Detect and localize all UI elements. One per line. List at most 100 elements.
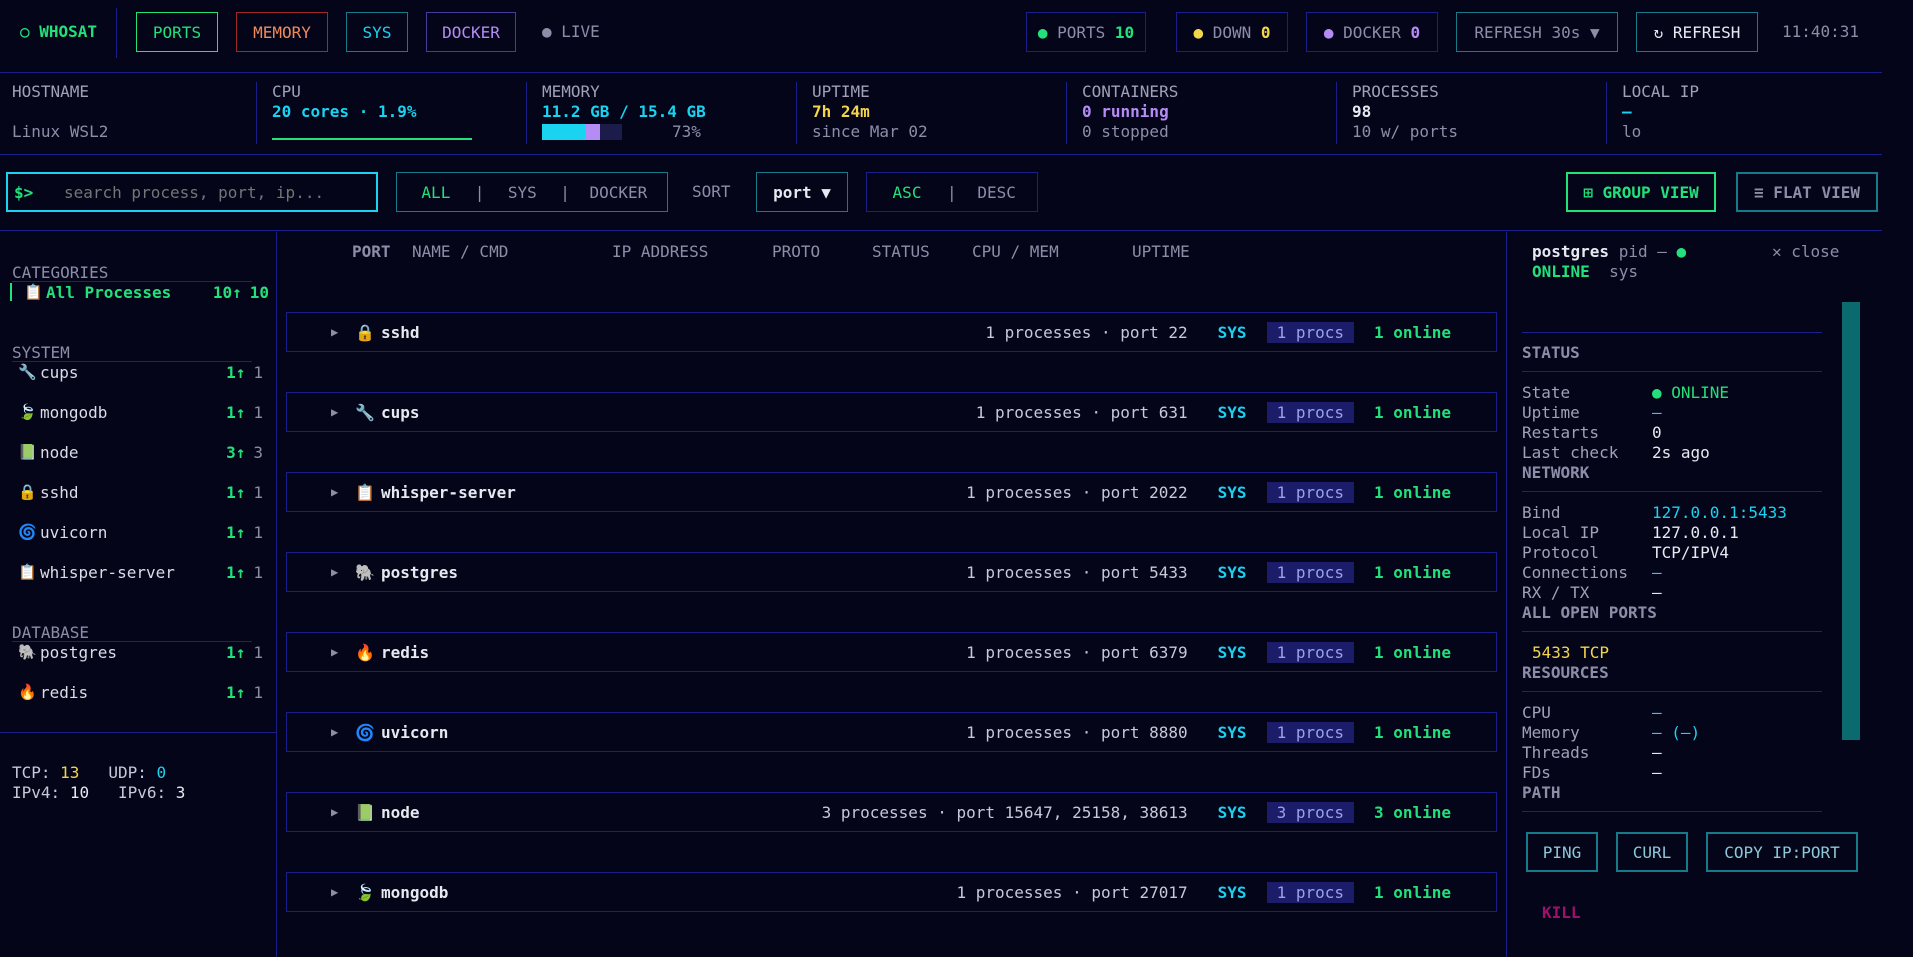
uptime-since: since Mar 02 (812, 122, 928, 141)
group-info: 1 processes · port 5433 (966, 562, 1188, 582)
sidebar-item-postgres[interactable]: 🐘 postgres 1↑ 1 (18, 641, 263, 663)
column-uptime[interactable]: UPTIME (1132, 242, 1190, 261)
threads-value: – (1652, 743, 1662, 762)
divider (1066, 82, 1067, 144)
procs-badge: 1 procs (1266, 321, 1354, 343)
group-info: 1 processes · port 2022 (966, 482, 1188, 502)
refresh-interval-select[interactable]: REFRESH 30s ▼ (1456, 12, 1618, 52)
close-button[interactable]: ✕ close (1772, 242, 1839, 261)
tab-ports[interactable]: PORTS (136, 12, 218, 52)
group-view-button[interactable]: ⊞ GROUP VIEW (1566, 172, 1716, 212)
expand-arrow-icon[interactable]: ▶ (331, 405, 355, 419)
copy-ip-port-button[interactable]: COPY IP:PORT (1706, 832, 1858, 872)
order-desc[interactable]: DESC (957, 183, 1037, 202)
path-title: PATH (1522, 783, 1561, 802)
group-row-whisper-server[interactable]: ▶ 📋 whisper-server 1 processes · port 2022 S… (286, 472, 1497, 512)
sidebar-item-redis[interactable]: 🔥 redis 1↑ 1 (18, 681, 263, 703)
memory-bar (542, 124, 622, 140)
expand-arrow-icon[interactable]: ▶ (331, 725, 355, 739)
sort-select[interactable]: port ▼ (756, 172, 848, 212)
group-info: 1 processes · port 22 (985, 322, 1188, 342)
stat-label: MEMORY (542, 82, 600, 101)
bind-value: 127.0.0.1:5433 (1652, 503, 1787, 522)
panel-border (1506, 232, 1507, 957)
category-icon: 🔧 (18, 363, 37, 381)
column-cpu-mem[interactable]: CPU / MEM (972, 242, 1059, 261)
group-row-mongodb[interactable]: ▶ 🍃 mongodb 1 processes · port 27017 SYS 1 pr… (286, 872, 1497, 912)
search-input[interactable] (64, 182, 364, 202)
status-dot-icon: ● (1676, 242, 1687, 261)
group-row-node[interactable]: ▶ 📗 node 3 processes · port 15647, 25158, 3… (286, 792, 1497, 832)
group-row-cups[interactable]: ▶ 🔧 cups 1 processes · port 631 SYS 1 procs 1 … (286, 392, 1497, 432)
tab-sys[interactable]: SYS (346, 12, 408, 52)
sidebar-item-cups[interactable]: 🔧 cups 1↑ 1 (18, 361, 263, 383)
refresh-button[interactable]: ↻ REFRESH (1636, 12, 1758, 52)
expand-arrow-icon[interactable]: ▶ (331, 805, 355, 819)
open-port-chip[interactable]: 5433 TCP (1532, 643, 1609, 662)
dot-icon: ● (1037, 22, 1048, 42)
detail-scrollbar[interactable] (1842, 302, 1860, 740)
local-ip-label: Local IP (1522, 523, 1600, 542)
cpu-value: – (1652, 703, 1662, 722)
filter-docker[interactable]: DOCKER (570, 183, 667, 202)
last-check-label: Last check (1522, 443, 1619, 462)
tab-docker[interactable]: DOCKER (426, 12, 516, 52)
column-name[interactable]: NAME / CMD (412, 242, 508, 261)
group-name: uvicorn (381, 722, 449, 742)
category-icon: 🐘 (18, 643, 37, 661)
group-row-uvicorn[interactable]: ▶ 🌀 uvicorn 1 processes · port 8880 SYS 1 pro… (286, 712, 1497, 752)
detail-status: ONLINE (1532, 262, 1590, 281)
group-row-redis[interactable]: ▶ 🔥 redis 1 processes · port 6379 SYS 1 procs… (286, 632, 1497, 672)
active-indicator (10, 283, 12, 301)
sidebar-item-uvicorn[interactable]: 🌀 uvicorn 1↑ 1 (18, 521, 263, 543)
hostname-value: Linux WSL2 (12, 122, 109, 141)
flat-view-button[interactable]: ≡ FLAT VIEW (1736, 172, 1878, 212)
expand-arrow-icon[interactable]: ▶ (331, 885, 355, 899)
expand-arrow-icon[interactable]: ▶ (331, 645, 355, 659)
curl-button[interactable]: CURL (1616, 832, 1688, 872)
tab-memory[interactable]: MEMORY (236, 12, 328, 52)
connections-value: – (1652, 563, 1662, 582)
filter-all[interactable]: ALL (397, 183, 475, 202)
procs-badge: 1 procs (1266, 721, 1354, 743)
sidebar-item-sshd[interactable]: 🔒 sshd 1↑ 1 (18, 481, 263, 503)
divider (256, 82, 257, 144)
processes-with-ports: 10 w/ ports (1352, 122, 1458, 141)
sidebar-item-mongodb[interactable]: 🍃 mongodb 1↑ 1 (18, 401, 263, 423)
group-tag: SYS (1217, 402, 1247, 422)
column-status[interactable]: STATUS (872, 242, 930, 261)
detail-header: postgres pid – ● (1532, 242, 1686, 261)
sidebar-item-all-processes[interactable]: 📋 All Processes 10↑ 10 (24, 281, 269, 303)
group-tag: SYS (1217, 882, 1247, 902)
ipv6-count: 3 (175, 783, 186, 802)
column-ip[interactable]: IP ADDRESS (612, 242, 708, 261)
expand-arrow-icon[interactable]: ▶ (331, 325, 355, 339)
counter-docker: ● DOCKER 0 (1306, 12, 1438, 52)
search-box[interactable]: $> (6, 172, 378, 212)
udp-count: 0 (156, 763, 167, 782)
expand-arrow-icon[interactable]: ▶ (331, 565, 355, 579)
sidebar-item-node[interactable]: 📗 node 3↑ 3 (18, 441, 263, 463)
expand-arrow-icon[interactable]: ▶ (331, 485, 355, 499)
categories-title: CATEGORIES (12, 263, 109, 282)
sidebar-item-whisper-server[interactable]: 📋 whisper-server 1↑ 1 (18, 561, 263, 583)
stat-label: HOSTNAME (12, 82, 90, 101)
divider (1522, 631, 1822, 632)
order-asc[interactable]: ASC (867, 183, 947, 202)
fds-value: – (1652, 763, 1662, 782)
procs-badge: 1 procs (1266, 401, 1354, 423)
group-info: 3 processes · port 15647, 25158, 38613 (821, 802, 1188, 822)
filter-sys[interactable]: SYS (484, 183, 560, 202)
ping-button[interactable]: PING (1526, 832, 1598, 872)
counter-down: ● DOWN 0 (1176, 12, 1288, 52)
memory-percent: 73% (672, 122, 701, 141)
group-row-sshd[interactable]: ▶ 🔒 sshd 1 processes · port 22 SYS 1 procs 1 o… (286, 312, 1497, 352)
column-port[interactable]: PORT (352, 242, 391, 261)
memory-value: – (–) (1652, 723, 1701, 742)
process-icon: 🍃 (355, 882, 375, 902)
process-icon: 🔥 (355, 642, 375, 662)
group-row-postgres[interactable]: ▶ 🐘 postgres 1 processes · port 5433 SYS 1 pr… (286, 552, 1497, 592)
column-proto[interactable]: PROTO (772, 242, 820, 261)
kill-button[interactable]: KILL (1542, 903, 1581, 922)
procs-badge: 1 procs (1266, 481, 1354, 503)
